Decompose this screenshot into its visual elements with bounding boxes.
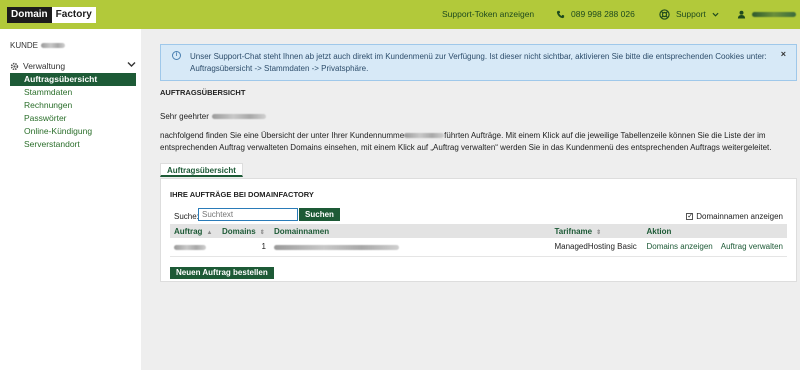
customer-label: KUNDE — [10, 41, 66, 50]
logo-word-1: Domain — [7, 7, 52, 23]
intro-text: nachfolgend finden Sie eine Übersicht de… — [160, 130, 792, 154]
intro-text-part1: nachfolgend finden Sie eine Übersicht de… — [160, 131, 405, 140]
col-aktion-label: Aktion — [646, 226, 672, 236]
verwaltung-section-header[interactable]: Verwaltung — [10, 61, 136, 71]
logo-word-2: Factory — [51, 7, 96, 23]
top-bar: Domain Factory Support-Token anzeigen 08… — [0, 0, 800, 29]
support-token-link[interactable]: Support-Token anzeigen — [442, 0, 534, 29]
table-header-row: Auftrag ▲ Domains ⇕ Domainnamen Tarifname ⇕… — [170, 224, 787, 238]
redacted-customer-number — [404, 133, 445, 139]
col-tarifname-label: Tarifname — [554, 226, 593, 236]
cell-tarifname: ManagedHosting Basic — [554, 242, 637, 252]
show-domain-names-toggle[interactable]: ✓ Domainnamen anzeigen — [686, 212, 783, 221]
domains-anzeigen-link[interactable]: Domains anzeigen — [646, 242, 712, 251]
checkbox-label: Domainnamen anzeigen — [696, 212, 783, 221]
sidebar-item-stammdaten[interactable]: Stammdaten — [10, 86, 136, 99]
redacted-username — [752, 12, 796, 17]
support-chat-notice: i Unser Support-Chat steht Ihnen ab jetz… — [160, 44, 797, 81]
table-row[interactable]: 1 ManagedHosting Basic Domains anzeigen A… — [170, 238, 787, 256]
sidebar-item-serverstandort[interactable]: Serverstandort — [10, 138, 136, 151]
sort-icon: ⇕ — [259, 229, 265, 236]
panel-title: IHRE AUFTRÄGE BEI DOMAINFACTORY — [170, 190, 314, 199]
col-domains-label: Domains — [221, 226, 256, 236]
search-input[interactable] — [198, 208, 298, 221]
sidebar-item-auftragsuebersicht[interactable]: Auftragsübersicht — [10, 73, 136, 86]
user-icon — [737, 10, 746, 19]
redacted-domain-names — [273, 244, 399, 250]
phone-icon — [556, 10, 565, 19]
sidebar-item-online-kuendigung[interactable]: Online-Kündigung — [10, 125, 136, 138]
new-order-button[interactable]: Neuen Auftrag bestellen — [170, 267, 274, 279]
sidebar: KUNDE Verwaltung Auftragsübersicht Stamm… — [0, 29, 141, 370]
redacted-order-id — [174, 244, 206, 250]
cell-aktion: Domains anzeigen Auftrag verwalten — [642, 238, 787, 256]
col-domains[interactable]: Domains ⇕ — [218, 224, 270, 238]
sidebar-item-rechnungen[interactable]: Rechnungen — [10, 99, 136, 112]
support-label: Support — [676, 9, 706, 19]
verwaltung-label: Verwaltung — [23, 61, 66, 71]
col-tarifname[interactable]: Tarifname ⇕ — [550, 224, 642, 238]
info-icon: i — [172, 51, 181, 60]
close-icon[interactable]: × — [781, 49, 786, 59]
domainfactory-logo[interactable]: Domain Factory — [7, 7, 96, 23]
col-auftrag[interactable]: Auftrag ▲ — [170, 224, 218, 238]
sidebar-menu: Auftragsübersicht Stammdaten Rechnungen … — [10, 73, 136, 151]
auftrag-verwalten-link[interactable]: Auftrag verwalten — [721, 242, 783, 251]
redacted-name — [211, 114, 266, 119]
chevron-down-icon — [127, 62, 136, 67]
greeting-text: Sehr geehrter — [160, 112, 209, 121]
checkbox-checked[interactable]: ✓ — [686, 213, 694, 220]
sort-asc-icon: ▲ — [206, 229, 213, 236]
redacted-customer-number — [41, 43, 66, 48]
search-button[interactable]: Suchen — [299, 208, 340, 221]
sort-icon: ⇕ — [596, 229, 602, 236]
gear-icon — [10, 62, 19, 70]
orders-table: Auftrag ▲ Domains ⇕ Domainnamen Tarifname ⇕… — [170, 224, 787, 257]
orders-panel: IHRE AUFTRÄGE BEI DOMAINFACTORY Suche: S… — [160, 178, 797, 282]
greeting: Sehr geehrter — [160, 112, 266, 121]
page-title: AUFTRAGSÜBERSICHT — [160, 88, 246, 97]
cell-domainnamen — [270, 238, 551, 256]
phone-link[interactable]: 089 998 288 026 — [556, 0, 635, 29]
col-domainnamen-label: Domainnamen — [273, 226, 330, 236]
cell-auftrag — [170, 238, 218, 256]
support-menu[interactable]: Support — [659, 0, 719, 29]
notice-message: Unser Support-Chat steht Ihnen ab jetzt … — [190, 52, 767, 73]
lifebuoy-icon — [659, 9, 670, 20]
tab-auftragsuebersicht[interactable]: Auftragsübersicht — [160, 163, 243, 177]
col-aktion: Aktion — [642, 224, 787, 238]
col-auftrag-label: Auftrag — [174, 226, 203, 236]
chevron-down-icon — [712, 12, 719, 17]
col-domainnamen[interactable]: Domainnamen — [270, 224, 551, 238]
sidebar-item-passwoerter[interactable]: Passwörter — [10, 112, 136, 125]
phone-number: 089 998 288 026 — [571, 9, 635, 19]
support-token-label: Support-Token anzeigen — [442, 9, 535, 19]
user-menu[interactable] — [737, 0, 796, 29]
cell-domains: 1 — [261, 242, 266, 252]
search-label: Suche: — [174, 212, 199, 221]
kunde-text: KUNDE — [10, 41, 39, 50]
